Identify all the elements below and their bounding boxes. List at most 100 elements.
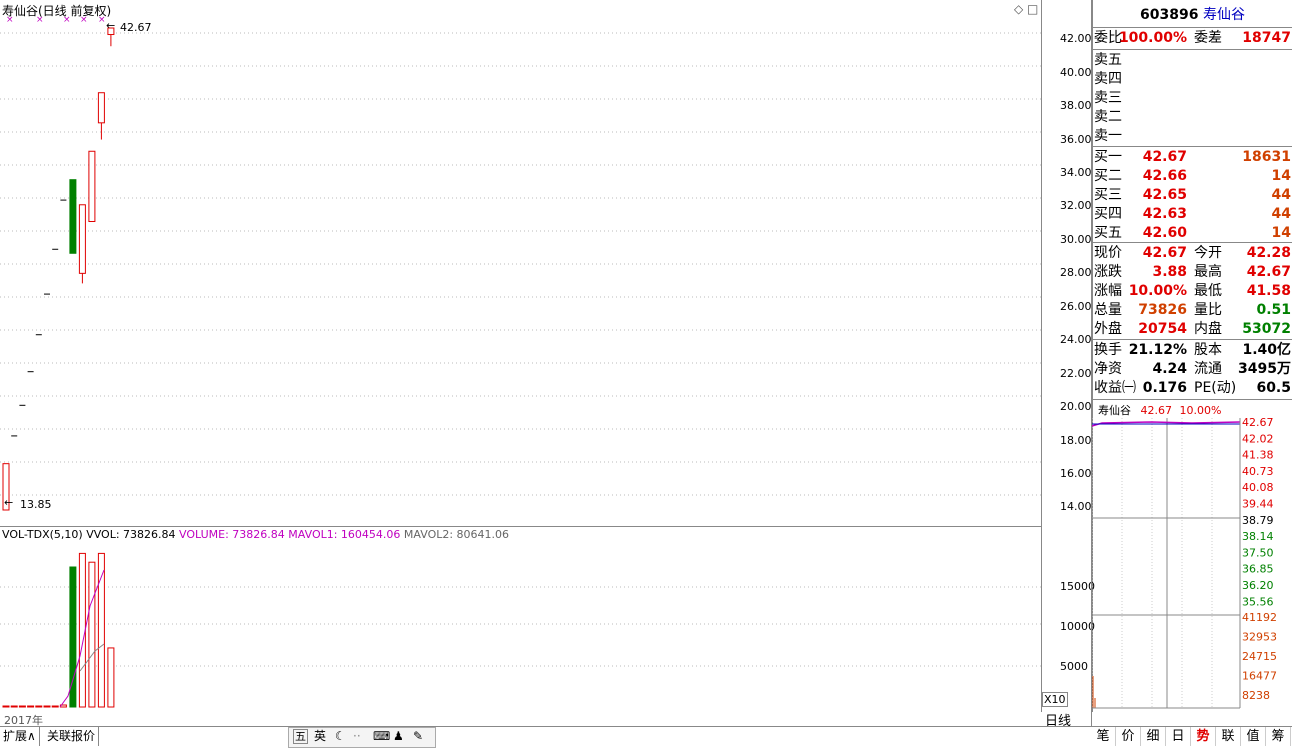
price-tick-label: 28.00 [1060, 266, 1092, 280]
bid-label: 买四 [1094, 206, 1122, 222]
stat-label: 流通 [1194, 361, 1222, 377]
volume-chart[interactable]: VOL-TDX(5,10) VVOL: 73826.84 VOLUME: 738… [0, 526, 1041, 712]
tab-expand[interactable]: 扩展∧ [0, 727, 40, 746]
stat-value: 1.40亿 [1242, 342, 1291, 358]
mini-price-tick: 38.79 [1242, 514, 1274, 527]
volume-bar [51, 705, 59, 708]
mini-price-tick: 40.73 [1242, 465, 1274, 478]
stat-row: 收益㈠ 0.176 PE(动) 60.5 [1094, 379, 1291, 398]
stat-value: 42.67 [1142, 245, 1187, 261]
tab-4[interactable]: 势 [1191, 727, 1216, 746]
stat-label: 最低 [1194, 283, 1222, 299]
mini-price-tick: 37.50 [1242, 546, 1274, 559]
volume-bar [78, 552, 86, 708]
ask-label: 卖一 [1094, 128, 1122, 144]
stock-name: 寿仙谷 [1202, 7, 1245, 23]
stat-value: 53072 [1242, 321, 1291, 337]
stat-value: 3495万 [1238, 361, 1291, 377]
bid-label: 买三 [1094, 187, 1122, 203]
stat-row: 总量 73826 量比 0.51 [1094, 301, 1291, 320]
mini-vol-tick: 8238 [1242, 689, 1270, 702]
volume-bar [2, 705, 10, 708]
bid-row: 买三 42.65 44 [1094, 186, 1291, 205]
stat-label: 换手 [1094, 342, 1122, 358]
tab-3[interactable]: 日 [1166, 727, 1191, 746]
tab-2[interactable]: 细 [1141, 727, 1166, 746]
tab-7[interactable]: 筹 [1266, 727, 1291, 746]
price-axis: 42.00 40.00 38.00 36.00 34.00 32.00 30.00 28.00… [1041, 0, 1095, 712]
weicha-value: 18747 [1242, 30, 1291, 46]
price-tick-label: 24.00 [1060, 333, 1092, 347]
high-price-label: 42.67 [120, 21, 152, 34]
arrow-left-icon: ← [106, 19, 116, 32]
volume-bar [88, 561, 96, 708]
stat-value: 4.24 [1152, 361, 1187, 377]
wrench-icon[interactable]: ✎ [413, 728, 423, 745]
stat-label: 内盘 [1194, 321, 1222, 337]
candle-body [88, 150, 96, 223]
volume-bar [18, 705, 26, 708]
price-tick-label: 18.00 [1060, 433, 1092, 447]
mini-price-tick: 41.38 [1242, 449, 1274, 462]
stat-row: 外盘 20754 内盘 53072 [1094, 320, 1291, 339]
volume-tick-label: 10000 [1060, 620, 1095, 633]
ime-english-button[interactable]: 英 [314, 728, 326, 745]
volume-bar [27, 705, 35, 708]
stat-row: 涨跌 3.88 最高 42.67 [1094, 263, 1291, 282]
bid-row: 买二 42.66 14 [1094, 167, 1291, 186]
dots-icon[interactable]: ·· [353, 728, 361, 745]
price-tick-label: 30.00 [1060, 232, 1092, 246]
stat-value: 0.51 [1256, 302, 1291, 318]
stat-value: 20754 [1138, 321, 1187, 337]
mini-price-tick: 36.85 [1242, 563, 1274, 576]
ask-row: 卖五 [1094, 51, 1291, 70]
mini-vol-tick: 41192 [1242, 611, 1277, 624]
volume-bar [43, 705, 51, 708]
weicha-label: 委差 [1194, 30, 1222, 46]
kline-chart[interactable]: × × × × × 寿仙谷(日线 前复权) ◇ □ 42.67 13.85 ← ← [0, 0, 1041, 527]
stat-label: 量比 [1194, 302, 1222, 318]
mini-price-tick: 36.20 [1242, 579, 1274, 592]
mini-price-tick: 38.14 [1242, 530, 1274, 543]
ask-row: 卖三 [1094, 89, 1291, 108]
bid-volume: 14 [1271, 225, 1291, 241]
intraday-mini-chart[interactable]: 42.67 42.02 41.38 40.73 40.08 39.44 38.79 38.14… [1092, 418, 1292, 716]
bid-row: 买一 42.67 18631 [1094, 148, 1291, 167]
stat-value: 0.176 [1142, 380, 1187, 396]
candle-body [97, 92, 105, 124]
volume-bar [107, 647, 115, 708]
chart-options-icon[interactable]: ◇ □ [1014, 2, 1038, 16]
user-icon[interactable]: ♟ [393, 728, 404, 745]
candle-body [69, 179, 77, 254]
stat-value: 10.00% [1128, 283, 1187, 299]
keyboard-icon[interactable]: ⌨ [373, 728, 390, 745]
ask-label: 卖三 [1094, 90, 1122, 106]
stat-value: 3.88 [1152, 264, 1187, 280]
stat-row: 净资 4.24 流通 3495万 [1094, 360, 1291, 379]
mini-vol-tick: 24715 [1242, 650, 1277, 663]
bid-price: 42.66 [1142, 168, 1187, 184]
arrow-left-icon: ← [4, 496, 14, 509]
moon-icon[interactable]: ☾ [335, 728, 346, 745]
quote-panel: 603896 寿仙谷 委比 100.00% 委差 18747 寿仙谷 42.67… [1091, 0, 1292, 726]
bottom-tabbar: 扩展∧ 关联报价 五 英 ☾ ·· ⌨ ♟ ✎ 笔价细日势联值筹 [0, 726, 1292, 748]
tab-6[interactable]: 值 [1241, 727, 1266, 746]
price-tick-label: 14.00 [1060, 500, 1092, 514]
price-tick-label: 16.00 [1060, 467, 1092, 481]
volume-tick-label: 15000 [1060, 580, 1095, 593]
bid-label: 买五 [1094, 225, 1122, 241]
ask-row: 卖四 [1094, 70, 1291, 89]
weibi-value: 100.00% [1118, 30, 1187, 46]
kline-svg: × × × × × [0, 15, 1041, 511]
tab-related-quotes[interactable]: 关联报价 [44, 727, 100, 746]
stat-label: 现价 [1094, 245, 1122, 261]
tab-0[interactable]: 笔 [1091, 727, 1116, 746]
stat-row: 涨幅 10.00% 最低 41.58 [1094, 282, 1291, 301]
vol-indicator-label: VOL-TDX(5,10) [2, 528, 83, 541]
tab-5[interactable]: 联 [1216, 727, 1241, 746]
ime-full-width-button[interactable]: 五 [293, 729, 308, 744]
bid-volume: 14 [1271, 168, 1291, 184]
tab-1[interactable]: 价 [1116, 727, 1141, 746]
bid-row: 买四 42.63 44 [1094, 205, 1291, 224]
bid-label: 买二 [1094, 168, 1122, 184]
